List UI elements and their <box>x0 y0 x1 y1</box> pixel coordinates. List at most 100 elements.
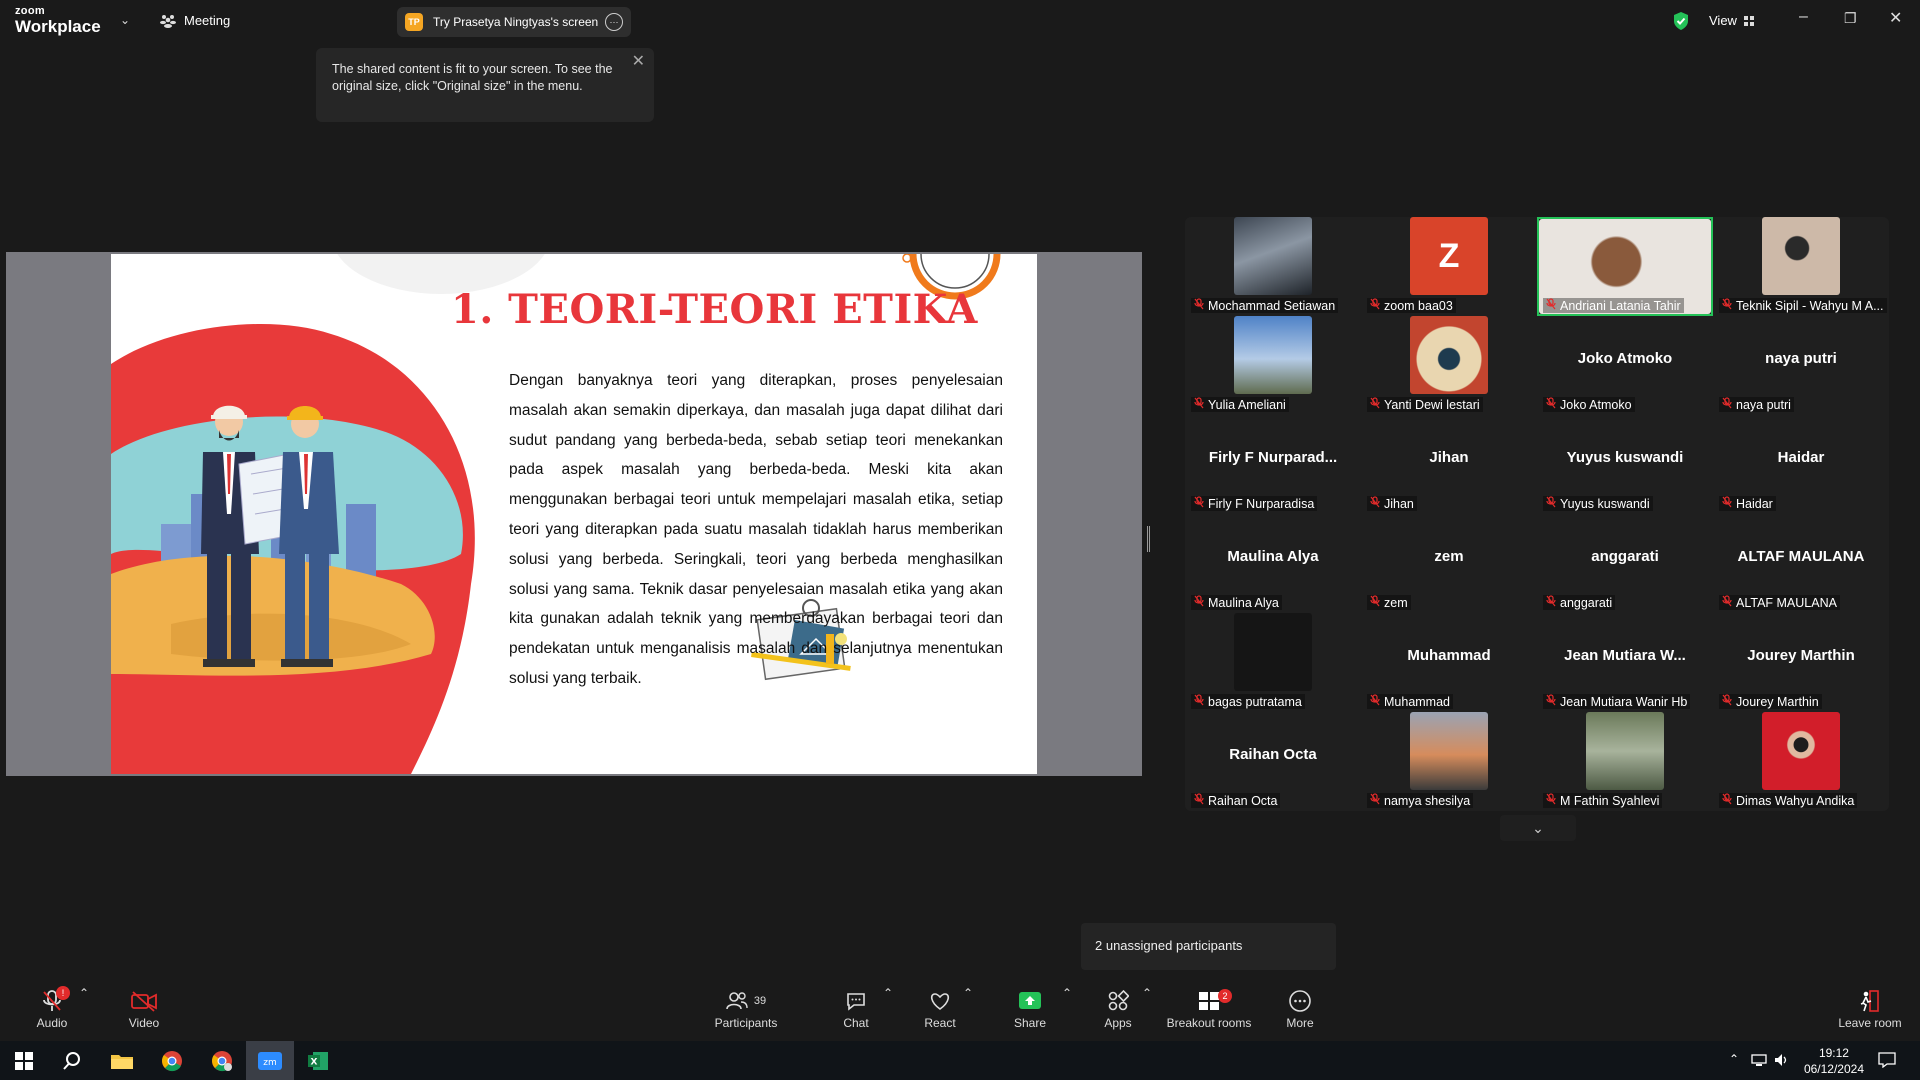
chat-label: Chat <box>843 1016 869 1030</box>
participant-video <box>1234 613 1312 691</box>
apps-options-caret[interactable]: ⌃ <box>1142 986 1152 1000</box>
chevron-down-icon[interactable]: ⌄ <box>1500 815 1576 841</box>
more-options-icon[interactable]: ⋯ <box>605 13 623 31</box>
participant-tile[interactable]: anggarati anggarati <box>1537 514 1713 613</box>
chrome-profile-icon[interactable] <box>198 1041 246 1080</box>
participant-tile[interactable]: Andriani Latania Tahir <box>1537 217 1713 316</box>
meeting-menu[interactable]: Meeting <box>160 13 230 28</box>
muted-microphone-icon <box>1722 793 1732 808</box>
more-button[interactable]: More <box>1255 986 1345 1030</box>
share-pill-text: Try Prasetya Ningtyas's screen <box>433 15 599 29</box>
participant-name-label: naya putri <box>1719 397 1794 412</box>
participant-name: M Fathin Syahlevi <box>1560 793 1660 808</box>
volume-icon[interactable] <box>1774 1053 1790 1067</box>
notifications-icon[interactable] <box>1878 1052 1896 1068</box>
shield-check-icon[interactable] <box>1672 11 1690 31</box>
chevron-down-icon[interactable]: ⌄ <box>120 13 130 27</box>
muted-microphone-icon <box>1546 595 1556 610</box>
participant-name-label: Jean Mutiara Wanir Hb <box>1543 694 1691 709</box>
tray-chevron-icon[interactable]: ⌃ <box>1729 1052 1739 1066</box>
participant-name: Jean Mutiara Wanir Hb <box>1560 694 1688 709</box>
muted-microphone-icon <box>1370 694 1380 709</box>
zoom-app-icon[interactable]: zm <box>246 1041 294 1080</box>
react-options-caret[interactable]: ⌃ <box>963 986 973 1000</box>
participant-tile[interactable]: Raihan Octa Raihan Octa <box>1185 712 1361 811</box>
unassigned-text: 2 unassigned participants <box>1095 938 1243 953</box>
network-icon[interactable] <box>1751 1053 1767 1067</box>
resize-handle[interactable] <box>1147 526 1150 552</box>
meeting-toolbar: ! Audio ⌃ Video 39 Participants Chat ⌃ R… <box>0 980 1920 1041</box>
participant-tile[interactable]: Jean Mutiara W... Jean Mutiara Wanir Hb <box>1537 613 1713 712</box>
participant-tile[interactable]: Muhammad Muhammad <box>1361 613 1537 712</box>
participant-tile[interactable]: Teknik Sipil - Wahyu M A... <box>1713 217 1889 316</box>
participants-icon: 39 <box>701 986 791 1016</box>
participant-tile[interactable]: Mochammad Setiawan <box>1185 217 1361 316</box>
participant-tile[interactable]: Jourey Marthin Jourey Marthin <box>1713 613 1889 712</box>
participant-name: Maulina Alya <box>1208 595 1279 610</box>
share-status-pill[interactable]: TP Try Prasetya Ningtyas's screen ⋯ <box>397 7 631 37</box>
chrome-icon[interactable] <box>148 1041 196 1080</box>
video-camera-icon <box>99 986 189 1016</box>
system-clock[interactable]: 19:12 06/12/2024 <box>1804 1045 1864 1077</box>
os-taskbar: zm X ⌃ 19:12 06/12/2024 <box>0 1041 1920 1080</box>
participant-tile[interactable]: Firly F Nurparad... Firly F Nurparadisa <box>1185 415 1361 514</box>
participant-name: ALTAF MAULANA <box>1736 595 1837 610</box>
participant-name: zem <box>1384 595 1408 610</box>
participant-tile[interactable]: Yanti Dewi lestari <box>1361 316 1537 415</box>
participant-name: Firly F Nurparadisa <box>1208 496 1315 511</box>
participant-tile[interactable]: Yuyus kuswandi Yuyus kuswandi <box>1537 415 1713 514</box>
shared-screen[interactable]: 1. TEORI-TEORI ETIKA Dengan banyaknya te… <box>6 252 1142 776</box>
leave-room-button[interactable]: Leave room <box>1825 986 1915 1030</box>
participant-avatar: Z <box>1410 217 1488 295</box>
grid-view-icon <box>1743 15 1754 26</box>
slide-body: Dengan banyaknya teori yang diterapkan, … <box>509 372 1003 687</box>
audio-options-caret[interactable]: ⌃ <box>79 986 89 1000</box>
audio-alert-badge: ! <box>56 986 70 1000</box>
share-options-caret[interactable]: ⌃ <box>1062 986 1072 1000</box>
maximize-icon[interactable]: ❐ <box>1844 10 1857 27</box>
participant-name: Jihan <box>1384 496 1414 511</box>
chat-options-caret[interactable]: ⌃ <box>883 986 893 1000</box>
share-label: Share <box>1013 1016 1047 1030</box>
participants-button[interactable]: 39 Participants <box>701 986 791 1030</box>
view-menu[interactable]: View <box>1709 13 1755 28</box>
participant-tile[interactable]: namya shesilya <box>1361 712 1537 811</box>
participant-tile[interactable]: ALTAF MAULANA ALTAF MAULANA <box>1713 514 1889 613</box>
close-window-icon[interactable]: ✕ <box>1889 8 1902 28</box>
breakout-rooms-button[interactable]: 2 Breakout rooms <box>1163 986 1255 1030</box>
svg-text:X: X <box>311 1057 318 1067</box>
participant-video <box>1234 217 1312 295</box>
windows-start-icon[interactable] <box>0 1041 48 1080</box>
leave-room-icon <box>1825 986 1915 1016</box>
excel-icon[interactable]: X <box>294 1041 342 1080</box>
participant-tile[interactable]: Jihan Jihan <box>1361 415 1537 514</box>
unassigned-participants-popup[interactable]: 2 unassigned participants <box>1081 923 1336 970</box>
participant-name-label: Jourey Marthin <box>1719 694 1822 709</box>
file-explorer-icon[interactable] <box>98 1041 146 1080</box>
participant-name: Yanti Dewi lestari <box>1384 397 1480 412</box>
video-button[interactable]: Video <box>99 986 189 1030</box>
participant-tile[interactable]: Zzoom baa03 <box>1361 217 1537 316</box>
app-logo[interactable]: zoom Workplace <box>15 6 101 36</box>
muted-microphone-icon <box>1194 298 1204 313</box>
participant-name-label: zem <box>1367 595 1411 610</box>
search-icon[interactable] <box>48 1041 96 1080</box>
participant-display-name: Maulina Alya <box>1227 548 1319 565</box>
participant-tile[interactable]: naya putri naya putri <box>1713 316 1889 415</box>
participant-name-label: ALTAF MAULANA <box>1719 595 1840 610</box>
participant-tile[interactable]: Dimas Wahyu Andika <box>1713 712 1889 811</box>
participant-display-name: Haidar <box>1777 449 1825 466</box>
muted-microphone-icon <box>1370 496 1380 511</box>
participant-tile[interactable]: bagas putratama <box>1185 613 1361 712</box>
participant-tile[interactable]: Haidar Haidar <box>1713 415 1889 514</box>
close-tooltip-icon[interactable]: ✕ <box>632 53 645 70</box>
participant-tile[interactable]: zem zem <box>1361 514 1537 613</box>
participant-tile[interactable]: Maulina Alya Maulina Alya <box>1185 514 1361 613</box>
participant-tile[interactable]: Joko Atmoko Joko Atmoko <box>1537 316 1713 415</box>
participant-display-name: Firly F Nurparad... <box>1208 449 1338 466</box>
title-bar: zoom Workplace ⌄ Meeting TP Try Prasetya… <box>0 0 1920 44</box>
minimize-icon[interactable]: – <box>1799 8 1808 26</box>
participants-label: Participants <box>714 1016 778 1030</box>
participant-tile[interactable]: Yulia Ameliani <box>1185 316 1361 415</box>
participant-tile[interactable]: M Fathin Syahlevi <box>1537 712 1713 811</box>
